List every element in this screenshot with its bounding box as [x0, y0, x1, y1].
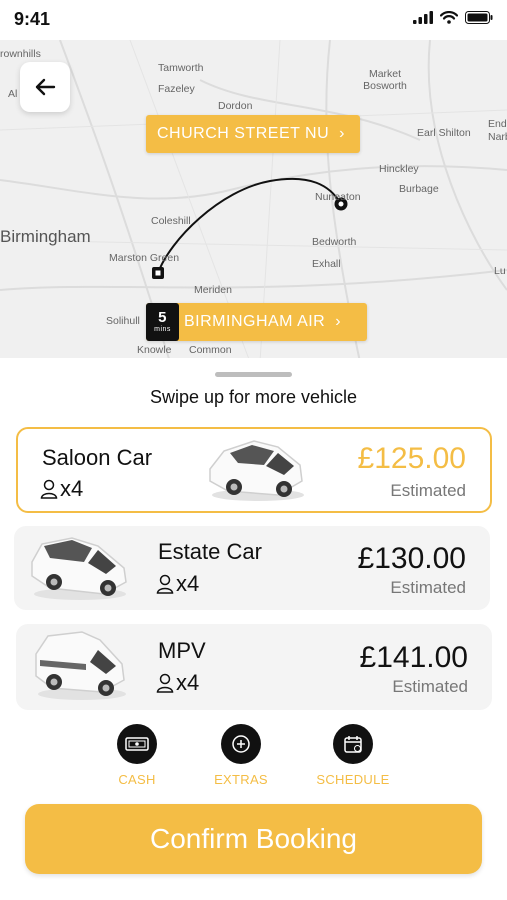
- map-town: Common: [189, 344, 232, 356]
- map-town: Market Bosworth: [363, 68, 407, 92]
- cash-option[interactable]: CASH: [92, 724, 182, 787]
- estate-car-image: [31, 537, 127, 600]
- chevron-right-icon: ›: [339, 125, 345, 142]
- vehicle-price: £141.00: [359, 641, 468, 674]
- sheet-drag-handle[interactable]: [215, 372, 292, 377]
- schedule-option[interactable]: SCHEDULE: [308, 724, 398, 787]
- map-town: Exhall: [312, 258, 341, 270]
- map-town: Coleshill: [151, 215, 191, 227]
- vehicle-name: Saloon Car: [42, 445, 153, 470]
- back-button[interactable]: [20, 62, 70, 112]
- map-town: Solihull: [106, 315, 140, 327]
- wifi-icon: [440, 11, 458, 24]
- map-town: Lu: [494, 265, 506, 277]
- pickup-location-button[interactable]: CHURCH STREET NU ›: [146, 115, 360, 153]
- map-town: Al: [8, 88, 18, 100]
- map-town: Fazeley: [158, 83, 195, 95]
- cash-label: CASH: [118, 772, 156, 787]
- status-time: 9:41: [14, 9, 51, 29]
- vehicle-name: Estate Car: [158, 539, 262, 564]
- saloon-car-image: [209, 440, 304, 501]
- confirm-booking-button[interactable]: Confirm Booking: [25, 804, 482, 874]
- price-estimate-label: Estimated: [392, 677, 468, 696]
- eta-value: 5: [158, 309, 167, 326]
- extras-label: EXTRAS: [214, 772, 268, 787]
- map-town: Meriden: [194, 284, 232, 296]
- chevron-right-icon: ›: [335, 313, 342, 330]
- capacity-value: x4: [176, 571, 200, 596]
- plus-icon: [221, 724, 261, 764]
- arrow-left-icon: [35, 78, 56, 96]
- map-town: Narb: [488, 131, 507, 143]
- map-town: Tamworth: [158, 62, 204, 74]
- signal-icon: [413, 11, 433, 24]
- map-town: Earl Shilton: [417, 127, 471, 139]
- vehicle-capacity: x4: [156, 670, 199, 696]
- battery-icon: [465, 11, 493, 24]
- map-town: Nuneaton: [315, 191, 361, 203]
- vehicle-option-estate[interactable]: Estate Car x4 £130.00 Estimated: [14, 526, 490, 610]
- map-town: Burbage: [399, 183, 439, 195]
- person-icon: [156, 673, 174, 693]
- schedule-label: SCHEDULE: [316, 772, 390, 787]
- map-town-major: Birmingham: [0, 227, 91, 246]
- eta-unit: mins: [154, 326, 171, 333]
- extras-option[interactable]: EXTRAS: [196, 724, 286, 787]
- capacity-value: x4: [60, 476, 84, 501]
- calendar-icon: [333, 724, 373, 764]
- dropoff-location-label: BIRMINGHAM AIR: [184, 313, 326, 330]
- map-town: Dordon: [218, 100, 253, 112]
- map-town: rownhills: [0, 48, 41, 60]
- price-estimate-label: Estimated: [390, 578, 466, 597]
- person-icon: [40, 479, 58, 499]
- person-icon: [156, 574, 174, 594]
- cash-icon: [117, 724, 157, 764]
- dropoff-location-button[interactable]: 5 mins BIRMINGHAM AIR ›: [146, 303, 367, 341]
- vehicle-sheet: Swipe up for more vehicle Saloon Car x4 …: [0, 358, 507, 900]
- vehicle-option-mpv[interactable]: MPV x4 £141.00 Estimated: [16, 624, 492, 710]
- vehicle-name: MPV: [158, 638, 206, 663]
- capacity-value: x4: [176, 670, 200, 695]
- vehicle-price: £125.00: [357, 442, 466, 475]
- eta-badge: 5 mins: [146, 303, 179, 341]
- map-town: Hinckley: [379, 163, 419, 175]
- map-town: Marston Green: [109, 252, 180, 264]
- map-town: Knowle: [137, 344, 172, 356]
- map-town: Bedworth: [312, 236, 357, 248]
- pickup-location-label: CHURCH STREET NU: [157, 125, 330, 142]
- status-bar: 9:41: [0, 0, 507, 40]
- vehicle-option-saloon[interactable]: Saloon Car x4 £125.00 Estimated: [16, 427, 492, 513]
- vehicle-capacity: x4: [156, 571, 199, 597]
- price-estimate-label: Estimated: [390, 481, 466, 500]
- vehicle-price: £130.00: [357, 542, 466, 575]
- map-town: End: [488, 118, 507, 130]
- status-icons: [413, 11, 493, 24]
- swipe-hint: Swipe up for more vehicle: [149, 387, 358, 407]
- vehicle-capacity: x4: [40, 476, 83, 502]
- mpv-car-image: [35, 631, 126, 700]
